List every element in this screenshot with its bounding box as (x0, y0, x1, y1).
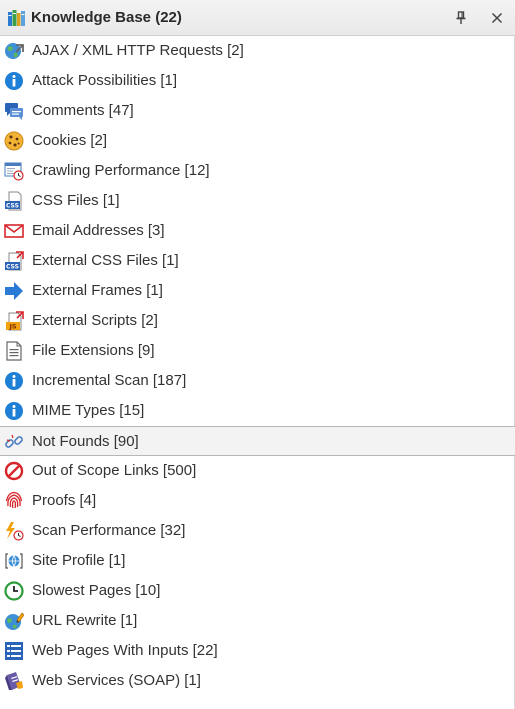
form-list-icon (4, 641, 24, 661)
fingerprint-icon (4, 491, 24, 511)
comments-icon (4, 101, 24, 121)
list-item-label: Scan Performance [32] (32, 522, 186, 539)
list-item-email-addresses[interactable]: Email Addresses [3] (0, 216, 515, 246)
list-item-cookies[interactable]: Cookies [2] (0, 126, 515, 156)
external-js-icon: JS (4, 311, 24, 331)
list-item-out-of-scope-links[interactable]: Out of Scope Links [500] (0, 456, 515, 486)
web-services-icon (4, 671, 24, 691)
list-item-label: Proofs [4] (32, 492, 97, 509)
css-file-icon: CSS (4, 191, 24, 211)
list-item-external-scripts[interactable]: JS External Scripts [2] (0, 306, 515, 336)
clock-icon (4, 581, 24, 601)
no-entry-icon (4, 461, 24, 481)
globe-arrow-icon (4, 41, 24, 61)
list-item-label: MIME Types [15] (32, 402, 145, 419)
list-item-label: AJAX / XML HTTP Requests [2] (32, 42, 244, 59)
list-item-label: Cookies [2] (32, 132, 108, 149)
list-item-external-frames[interactable]: External Frames [1] (0, 276, 515, 306)
globe-pencil-icon (4, 611, 24, 631)
list-item-slowest-pages[interactable]: Slowest Pages [10] (0, 576, 515, 606)
list-item-label: Site Profile [1] (32, 552, 126, 569)
list-item-label: Email Addresses [3] (32, 222, 165, 239)
globe-brackets-icon (4, 551, 24, 571)
list-item-mime-types[interactable]: MIME Types [15] (0, 396, 515, 426)
list-item-site-profile[interactable]: Site Profile [1] (0, 546, 515, 576)
broken-link-icon (4, 432, 24, 452)
list-item-not-founds[interactable]: Not Founds [90] (0, 426, 515, 456)
books-icon (7, 9, 27, 27)
list-item-label: File Extensions [9] (32, 342, 155, 359)
list-item-web-pages-with-inputs[interactable]: Web Pages With Inputs [22] (0, 636, 515, 666)
svg-text:CSS: CSS (6, 203, 19, 210)
pin-button[interactable] (451, 8, 471, 28)
list-item-comments[interactable]: Comments [47] (0, 96, 515, 126)
list-item-label: Attack Possibilities [1] (32, 72, 178, 89)
list-item-css-files[interactable]: CSS CSS Files [1] (0, 186, 515, 216)
list-item-incremental-scan[interactable]: Incremental Scan [187] (0, 366, 515, 396)
list-item-file-extensions[interactable]: File Extensions [9] (0, 336, 515, 366)
list-item-label: Crawling Performance [12] (32, 162, 210, 179)
arrow-right-icon (4, 281, 24, 301)
info-icon (4, 71, 24, 91)
list-item-label: Comments [47] (32, 102, 134, 119)
panel-title: Knowledge Base (22) (31, 9, 182, 26)
list-item-label: Slowest Pages [10] (32, 582, 161, 599)
knowledge-base-panel: Knowledge Base (22) AJAX / XML HTTP Requ… (0, 0, 515, 709)
list-item-web-services-soap[interactable]: Web Services (SOAP) [1] (0, 666, 515, 696)
svg-text:JS: JS (8, 323, 16, 331)
list-item-label: External CSS Files [1] (32, 252, 179, 269)
document-icon (4, 341, 24, 361)
list-item-label: External Frames [1] (32, 282, 163, 299)
external-css-icon: CSS (4, 251, 24, 271)
list-item-ajax-xml-http-requests[interactable]: AJAX / XML HTTP Requests [2] (0, 36, 515, 66)
list-item-url-rewrite[interactable]: URL Rewrite [1] (0, 606, 515, 636)
list-item-label: URL Rewrite [1] (32, 612, 138, 629)
list-item-label: Incremental Scan [187] (32, 372, 187, 389)
pin-icon (455, 11, 467, 25)
list-item-scan-performance[interactable]: Scan Performance [32] (0, 516, 515, 546)
info-icon (4, 401, 24, 421)
list-item-crawling-performance[interactable]: Crawling Performance [12] (0, 156, 515, 186)
list-item-proofs[interactable]: Proofs [4] (0, 486, 515, 516)
cookie-icon (4, 131, 24, 151)
list-item-label: Web Services (SOAP) [1] (32, 672, 201, 689)
list-item-label: CSS Files [1] (32, 192, 120, 209)
list-item-label: Web Pages With Inputs [22] (32, 642, 218, 659)
list-item-label: Not Founds [90] (32, 433, 139, 450)
info-icon (4, 371, 24, 391)
panel-titlebar: Knowledge Base (22) (0, 0, 515, 36)
close-button[interactable] (487, 8, 507, 28)
envelope-icon (4, 221, 24, 241)
list-item-label: Out of Scope Links [500] (32, 462, 197, 479)
list-item-attack-possibilities[interactable]: Attack Possibilities [1] (0, 66, 515, 96)
list-item-external-css-files[interactable]: CSS External CSS Files [1] (0, 246, 515, 276)
list-item-label: External Scripts [2] (32, 312, 158, 329)
crawling-performance-icon (4, 161, 24, 181)
svg-text:CSS: CSS (6, 264, 19, 271)
close-icon (491, 12, 503, 24)
lightning-clock-icon (4, 521, 24, 541)
knowledge-base-list: AJAX / XML HTTP Requests [2] Attack Poss… (0, 36, 515, 696)
